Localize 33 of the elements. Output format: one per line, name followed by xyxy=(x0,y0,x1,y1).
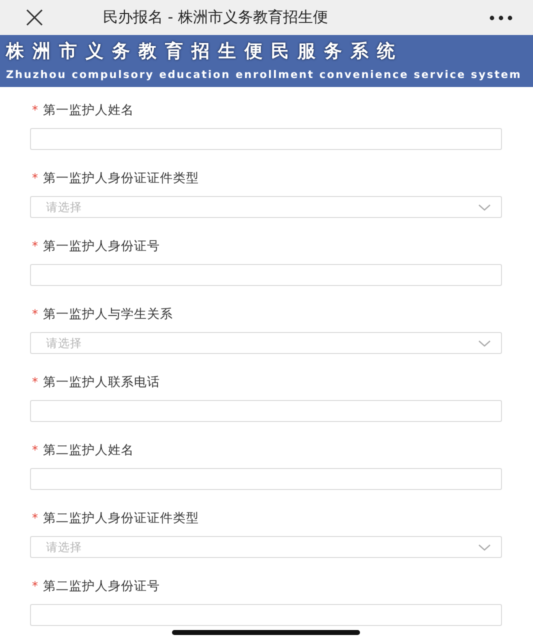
select-field[interactable]: 请选择 xyxy=(30,196,502,218)
window-title: 民办报名 - 株洲市义务教育招生便 xyxy=(103,8,329,27)
banner-subtitle: Zhuzhou compulsory education enrollment convenience service system xyxy=(6,69,522,82)
input-field[interactable] xyxy=(30,264,502,286)
select-field[interactable]: 请选择 xyxy=(30,332,502,354)
required-mark: * xyxy=(32,239,38,253)
field-label: 第一监护人与学生关系 xyxy=(43,306,173,322)
field-label: 第一监护人身份证号 xyxy=(43,238,160,254)
chevron-down-icon xyxy=(478,544,491,550)
field-label: 第一监护人联系电话 xyxy=(43,374,160,390)
field-label: 第二监护人姓名 xyxy=(43,442,134,458)
field-label: 第一监护人身份证证件类型 xyxy=(43,170,199,186)
banner-title: 株洲市义务教育招生便民服务系统 xyxy=(6,41,404,63)
select-field[interactable]: 请选择 xyxy=(30,536,502,558)
input-field[interactable] xyxy=(30,604,502,626)
required-mark: * xyxy=(32,375,38,389)
required-mark: * xyxy=(32,579,38,593)
chevron-down-icon xyxy=(478,340,491,346)
input-field[interactable] xyxy=(30,468,502,490)
input-field[interactable] xyxy=(30,128,502,150)
field-label: 第二监护人身份证证件类型 xyxy=(43,510,199,526)
required-mark: * xyxy=(32,307,38,321)
required-mark: * xyxy=(32,443,38,457)
more-icon[interactable] xyxy=(489,14,513,20)
required-mark: * xyxy=(32,171,38,185)
close-icon[interactable] xyxy=(26,9,43,26)
field-label: 第二监护人身份证号 xyxy=(43,578,160,594)
chevron-down-icon xyxy=(478,204,491,210)
field-label: 第一监护人姓名 xyxy=(43,102,134,118)
required-mark: * xyxy=(32,511,38,525)
home-indicator[interactable] xyxy=(172,630,360,635)
required-mark: * xyxy=(32,103,38,117)
input-field[interactable] xyxy=(30,400,502,422)
